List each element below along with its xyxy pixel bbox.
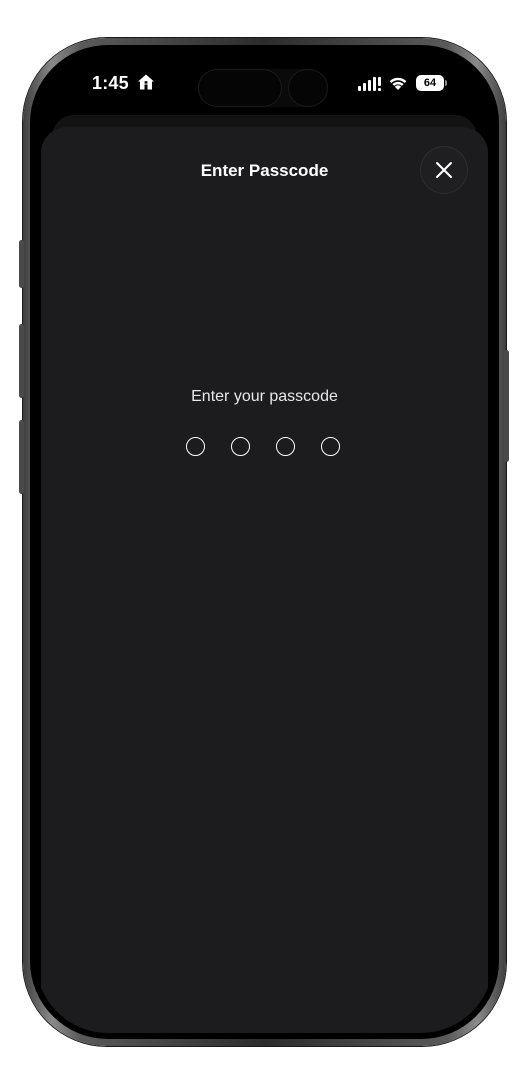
home-icon xyxy=(138,74,154,90)
battery-cap xyxy=(445,80,447,86)
phone-screen: 1:45 64 Enter Passcode Enter your passco… xyxy=(36,51,493,1033)
camera-cutout xyxy=(288,69,328,107)
status-bar: 1:45 64 xyxy=(36,51,493,115)
passcode-dot-3 xyxy=(276,437,295,456)
cellular-signal-icon xyxy=(358,77,381,91)
passcode-dot-2 xyxy=(231,437,250,456)
close-icon xyxy=(436,162,452,178)
page: 1:45 64 Enter Passcode Enter your passco… xyxy=(0,0,528,1080)
wifi-icon xyxy=(389,77,407,90)
mute-switch xyxy=(19,240,24,288)
battery-level: 64 xyxy=(416,75,444,91)
passcode-prompt: Enter your passcode xyxy=(191,388,338,405)
passcode-dot-4 xyxy=(321,437,340,456)
volume-down-button xyxy=(19,420,24,494)
passcode-dots[interactable] xyxy=(186,437,346,459)
dynamic-island-left xyxy=(198,69,282,107)
power-button xyxy=(504,350,509,462)
dynamic-island xyxy=(198,69,328,107)
passcode-sheet: Enter Passcode Enter your passcode xyxy=(41,127,488,1033)
status-time: 1:45 xyxy=(92,73,129,93)
volume-up-button xyxy=(19,324,24,398)
passcode-dot-1 xyxy=(186,437,205,456)
battery-indicator: 64 xyxy=(416,75,447,91)
close-button[interactable] xyxy=(421,147,467,193)
